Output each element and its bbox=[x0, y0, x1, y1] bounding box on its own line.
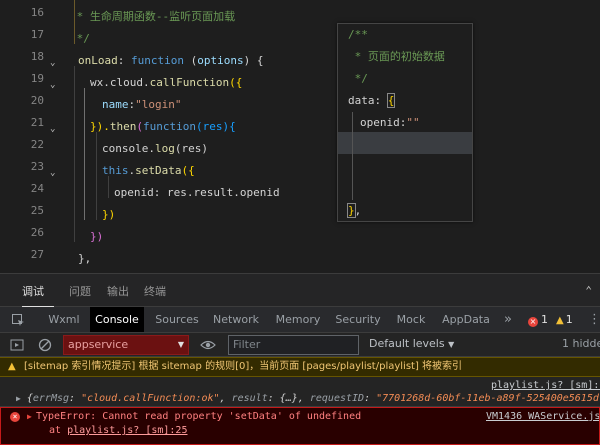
error-counter[interactable]: × 1 bbox=[528, 307, 552, 332]
error-icon: × bbox=[528, 317, 538, 327]
log-levels-dropdown[interactable]: Default levels ▼ bbox=[369, 337, 454, 350]
dropdown-arrow-icon: ▼ bbox=[177, 340, 184, 349]
tab-network[interactable]: Network bbox=[210, 307, 262, 332]
code-editor[interactable]: 16 17 18 19 20 21 22 23 24 25 26 27 ⌄ ⌄ … bbox=[0, 0, 600, 273]
devtools-panel-tabs: Wxml Console Sources Network Memory Secu… bbox=[0, 307, 600, 333]
fold-chevron-icon[interactable]: ⌄ bbox=[50, 124, 60, 134]
console-log-message: playlist.js? [sm]:2 ▶ {errMsg: "cloud.ca… bbox=[0, 377, 600, 407]
code-line-16: * 生命周期函数--监听页面加载 bbox=[70, 10, 236, 23]
code-line-20: name:"login" bbox=[102, 98, 182, 111]
code-line-27: }, bbox=[78, 252, 92, 265]
line-number: 23 bbox=[30, 160, 44, 173]
popup-line: * 页面的初始数据 bbox=[348, 50, 445, 63]
error-text: TypeError: Cannot read property 'setData… bbox=[36, 411, 362, 422]
expand-triangle-icon: ▶ bbox=[16, 394, 21, 403]
more-options-icon[interactable]: ⋮ bbox=[588, 307, 600, 332]
log-object-preview[interactable]: ▶ {errMsg: "cloud.callFunction:ok", resu… bbox=[16, 392, 600, 406]
code-line-23: this.setData({ bbox=[102, 164, 195, 177]
line-number: 17 bbox=[30, 28, 44, 41]
code-line-18: onLoad: function (options) { bbox=[78, 54, 264, 67]
line-number: 16 bbox=[30, 6, 44, 19]
code-line-24: openid: res.result.openid bbox=[114, 186, 280, 199]
line-number: 26 bbox=[30, 226, 44, 239]
code-line-21: }).then(function(res){ bbox=[90, 120, 236, 133]
popup-line: openid:"" bbox=[360, 116, 420, 129]
fold-gutter: ⌄ ⌄ ⌄ ⌄ bbox=[48, 0, 62, 273]
tab-wxml[interactable]: Wxml bbox=[44, 307, 84, 332]
line-number: 24 bbox=[30, 182, 44, 195]
warning-icon: ▲ bbox=[8, 361, 16, 372]
tab-mock[interactable]: Mock bbox=[392, 307, 430, 332]
tab-console[interactable]: Console bbox=[90, 307, 144, 332]
popup-line: }, bbox=[347, 203, 362, 218]
tab-security[interactable]: Security bbox=[334, 307, 382, 332]
console-toolbar: appservice ▼ Filter Default levels ▼ 1 hi… bbox=[0, 333, 600, 357]
code-line-26: }) bbox=[90, 230, 104, 243]
code-line-25: }) bbox=[102, 208, 116, 221]
line-number: 22 bbox=[30, 138, 44, 151]
line-number: 21 bbox=[30, 116, 44, 129]
devtools-top-tabs: 调试器 问题 输出 终端 ⌃ bbox=[0, 273, 600, 334]
error-source-link[interactable]: VM1436 WAService.js bbox=[486, 410, 599, 424]
more-tabs-button[interactable]: » bbox=[500, 307, 516, 332]
devtools-panel: 调试器 问题 输出 终端 ⌃ Wxml Console Sources Netw… bbox=[0, 273, 600, 445]
current-line-highlight bbox=[338, 132, 472, 154]
inspect-element-icon[interactable] bbox=[6, 307, 30, 332]
tab-terminal[interactable]: 终端 bbox=[144, 274, 168, 307]
popup-line: data: { bbox=[348, 93, 396, 108]
tab-sources[interactable]: Sources bbox=[152, 307, 202, 332]
popup-line: */ bbox=[348, 72, 368, 85]
console-filter-input[interactable]: Filter bbox=[228, 335, 359, 355]
line-number: 27 bbox=[30, 248, 44, 261]
tab-appdata[interactable]: AppData bbox=[440, 307, 492, 332]
warning-counter[interactable]: ▲ 1 bbox=[556, 307, 580, 332]
error-stack-link[interactable]: playlist.js? [sm]:25 bbox=[67, 425, 187, 436]
console-warning-message: ▲ [sitemap 索引情况提示] 根据 sitemap 的规则[0]，当前页… bbox=[0, 357, 600, 377]
expand-triangle-icon[interactable]: ▶ bbox=[27, 412, 32, 421]
eye-icon[interactable] bbox=[200, 338, 216, 352]
line-number: 20 bbox=[30, 94, 44, 107]
code-lines: * 生命周期函数--监听页面加载 */ onLoad: function (op… bbox=[70, 0, 600, 273]
line-number: 25 bbox=[30, 204, 44, 217]
warning-icon: ▲ bbox=[556, 315, 564, 326]
sidebar-toggle-icon[interactable] bbox=[10, 338, 24, 352]
chevron-up-icon[interactable]: ⌃ bbox=[585, 284, 592, 297]
hidden-messages-count: 1 hidden bbox=[562, 337, 600, 350]
tab-memory[interactable]: Memory bbox=[272, 307, 324, 332]
context-selector[interactable]: appservice ▼ bbox=[63, 335, 189, 355]
fold-chevron-icon[interactable]: ⌄ bbox=[50, 80, 60, 90]
code-line-17: */ bbox=[70, 32, 90, 45]
popup-line: /** bbox=[348, 28, 368, 41]
error-icon: × bbox=[10, 412, 20, 422]
tab-problems[interactable]: 问题 bbox=[69, 274, 93, 307]
tab-debugger[interactable]: 调试器 bbox=[22, 274, 54, 334]
console-error-message: × ▶ TypeError: Cannot read property 'set… bbox=[0, 407, 600, 445]
clear-console-icon[interactable] bbox=[38, 338, 52, 352]
line-number: 19 bbox=[30, 72, 44, 85]
tab-output[interactable]: 输出 bbox=[107, 274, 131, 307]
fold-chevron-icon[interactable]: ⌄ bbox=[50, 168, 60, 178]
code-line-22: console.log(res) bbox=[102, 142, 208, 155]
line-number-gutter: 16 17 18 19 20 21 22 23 24 25 26 27 bbox=[0, 0, 50, 273]
line-number: 18 bbox=[30, 50, 44, 63]
definition-peek-popup[interactable]: /** * 页面的初始数据 */ data: { openid:"" }, bbox=[337, 23, 473, 222]
error-stack-line: at playlist.js? [sm]:25 bbox=[49, 425, 188, 436]
code-line-19: wx.cloud.callFunction({ bbox=[90, 76, 243, 89]
log-source-link[interactable]: playlist.js? [sm]:2 bbox=[491, 379, 600, 393]
fold-chevron-icon[interactable]: ⌄ bbox=[50, 58, 60, 68]
